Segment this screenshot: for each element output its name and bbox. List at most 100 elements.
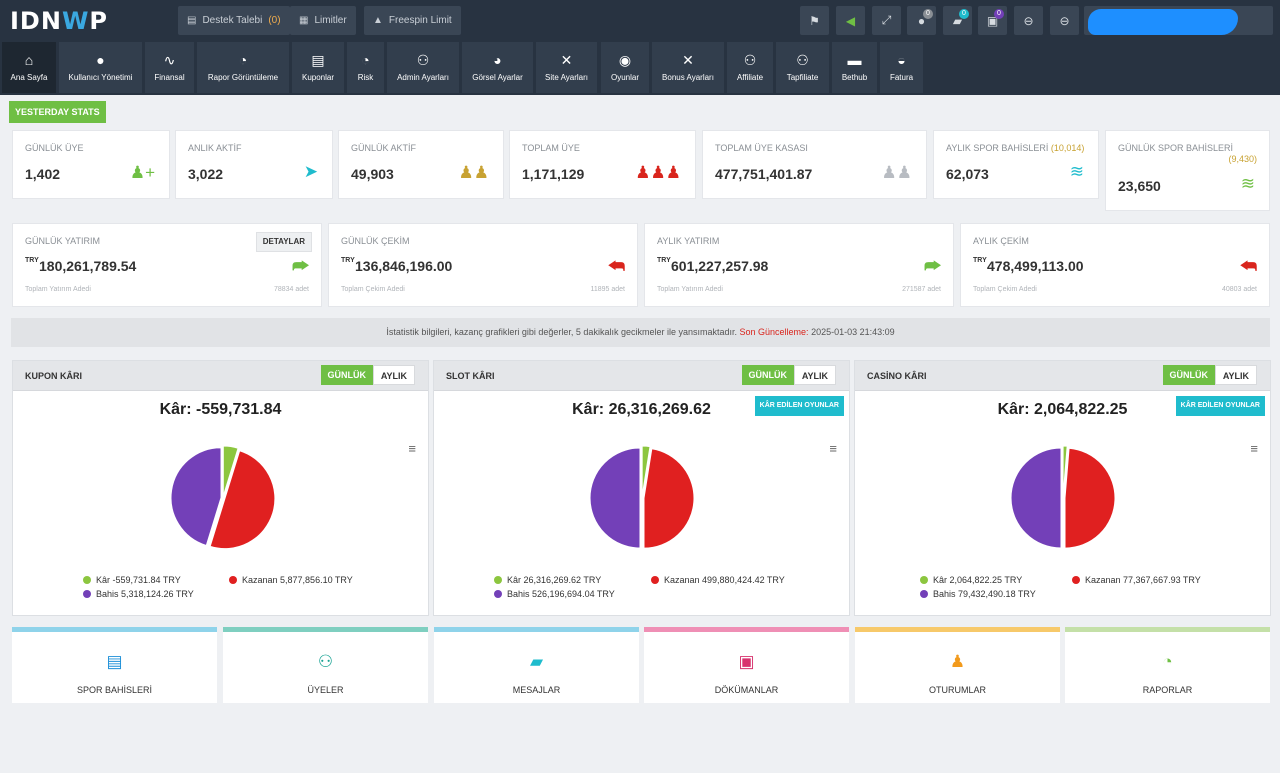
finance-card-gunluk-cekim: GÜNLÜK ÇEKİM TRY 136,846,196.00 ⮪ Toplam… <box>328 223 638 307</box>
nav-rapor-goruntuleme[interactable]: ◔ Rapor Görüntüleme <box>197 42 289 93</box>
flag-icon[interactable]: ⚑ <box>800 6 829 35</box>
monthly-toggle[interactable]: AYLIK <box>793 365 836 385</box>
legend-kazanan: Kazanan 499,880,424.42 TRY <box>651 575 785 585</box>
nav-gorsel-ayarlar[interactable]: ◕ Görsel Ayarlar <box>462 42 533 93</box>
nav-site-ayarlari[interactable]: ✕ Site Ayarları <box>536 42 597 93</box>
ball-icon: ◉ <box>618 52 632 68</box>
legend-kar: Kâr 2,064,822.25 TRY <box>920 575 1022 585</box>
stat-value: 3,022 <box>188 166 224 182</box>
nav-label: Görsel Ayarlar <box>472 73 523 82</box>
nav-finansal[interactable]: ∿ Finansal <box>145 42 194 93</box>
legend-bahis: Bahis 79,432,490.18 TRY <box>920 589 1036 599</box>
image-badge: 0 <box>994 9 1004 19</box>
nav-label: Risk <box>357 73 374 82</box>
support-ticket-label: Destek Talebi <box>202 15 263 26</box>
monthly-toggle[interactable]: AYLIK <box>372 365 415 385</box>
freespin-limit-button[interactable]: ▲ Freespin Limit <box>364 6 461 35</box>
stat-label-text: AYLIK SPOR BAHİSLERİ <box>946 143 1049 153</box>
user-notifications-button[interactable]: ● 0 <box>907 6 936 35</box>
legend-text: Kâr 26,316,269.62 TRY <box>507 575 602 585</box>
tile-raporlar[interactable]: ◔ RAPORLAR <box>1065 627 1270 703</box>
ticket-icon: ▤ <box>187 15 197 26</box>
layers-icon: ≋ <box>1240 174 1255 193</box>
legend-kazanan: Kazanan 77,367,667.93 TRY <box>1072 575 1201 585</box>
group-icon: ♟♟♟ <box>635 163 681 182</box>
nav-fatura[interactable]: ◒ Fatura <box>880 42 923 93</box>
finance-card-aylik-cekim: AYLIK ÇEKİM TRY 478,499,113.00 ⮪ Toplam … <box>960 223 1270 307</box>
expand-icon[interactable]: ⤢ <box>872 6 901 35</box>
pie-chart-casino <box>1010 445 1116 549</box>
legend-dot <box>1072 576 1080 584</box>
profitable-games-button[interactable]: KÂR EDİLEN OYUNLAR <box>754 396 844 416</box>
pie-slice-bahis[interactable] <box>1010 447 1062 549</box>
nav-tapfiliate[interactable]: ⚇ Tapfiliate <box>776 42 829 93</box>
nav-label: Kullanıcı Yönetimi <box>68 73 133 82</box>
tile-spor-bahisleri[interactable]: ▤ SPOR BAHİSLERİ <box>12 627 217 703</box>
tile-uyeler[interactable]: ⚇ ÜYELER <box>223 627 428 703</box>
tile-mesajlar[interactable]: ▰ MESAJLAR <box>434 627 639 703</box>
user-add-icon: ♟+ <box>129 163 155 182</box>
nav-kullanici-yonetimi[interactable]: ● Kullanıcı Yönetimi <box>59 42 142 93</box>
logo[interactable]: IDNWP <box>10 7 108 35</box>
stat-sub: (9,430) <box>1228 154 1257 164</box>
tile-label: OTURUMLAR <box>928 685 986 695</box>
currency: TRY <box>341 257 355 264</box>
finance-amount: 136,846,196.00 <box>355 258 453 274</box>
location-icon: ➤ <box>303 162 318 181</box>
tools-icon: ✕ <box>682 52 694 68</box>
nav-risk[interactable]: ◔ Risk <box>347 42 384 93</box>
legend-text: Kâr 2,064,822.25 TRY <box>933 575 1023 585</box>
tile-oturumlar[interactable]: ♟ OTURUMLAR <box>855 627 1060 703</box>
stat-card-gunluk-spor-bahisleri: GÜNLÜK SPOR BAHİSLERİ (9,430) 23,650 ≋ <box>1105 130 1270 211</box>
freespin-label: Freespin Limit <box>388 15 452 26</box>
finance-count: 271587 adet <box>902 286 941 293</box>
pie-slice-bahis[interactable] <box>170 447 222 547</box>
details-button[interactable]: DETAYLAR <box>255 232 312 252</box>
users-icon: ⚇ <box>743 52 757 68</box>
finance-amount: 180,261,789.54 <box>39 258 137 274</box>
stat-card-gunluk-uye: GÜNLÜK ÜYE 1,402 ♟+ <box>12 130 170 199</box>
gauge-icon: ◔ <box>1162 652 1173 671</box>
delay-notice: İstatistik bilgileri, kazanç grafikleri … <box>11 318 1270 347</box>
legend-text: Bahis 526,196,694.04 TRY <box>507 589 615 599</box>
nav-label: Finansal <box>154 73 185 82</box>
user-icon: ● <box>96 52 105 68</box>
monthly-toggle[interactable]: AYLIK <box>1214 365 1257 385</box>
daily-toggle[interactable]: GÜNLÜK <box>1162 365 1215 385</box>
nav-ana-sayfa[interactable]: ⌂ Ana Sayfa <box>2 42 56 93</box>
daily-toggle[interactable]: GÜNLÜK <box>741 365 794 385</box>
yesterday-stats-button[interactable]: YESTERDAY STATS <box>9 101 106 123</box>
nav-admin-ayarlari[interactable]: ⚇ Admin Ayarları <box>387 42 459 93</box>
pie-slice-kazanan[interactable] <box>1064 447 1116 549</box>
palette-icon: ◕ <box>493 52 502 68</box>
panel-kupon-kari: KUPON KÂRI GÜNLÜK AYLIK Kâr: -559,731.84… <box>12 360 429 616</box>
users-icon: ⚇ <box>796 52 809 68</box>
limits-button[interactable]: ▦ Limitler <box>290 6 356 35</box>
legend-dot <box>83 576 91 584</box>
nav-oyunlar[interactable]: ◉ Oyunlar <box>601 42 649 93</box>
tile-dokumanlar[interactable]: ▣ DÖKÜMANLAR <box>644 627 849 703</box>
tile-label: RAPORLAR <box>1142 685 1193 695</box>
volume-icon[interactable]: ◀ <box>836 6 865 35</box>
nav-kuponlar[interactable]: ▤ Kuponlar <box>292 42 344 93</box>
reply-icon: ⮪ <box>608 256 625 276</box>
daily-toggle[interactable]: GÜNLÜK <box>320 365 373 385</box>
share-icon: ⮫ <box>924 256 941 276</box>
legend-text: Bahis 79,432,490.18 TRY <box>933 589 1036 599</box>
chat-button[interactable]: ▰ 0 <box>943 6 972 35</box>
pie-slice-bahis[interactable] <box>589 447 641 549</box>
nav-bonus-ayarlari[interactable]: ✕ Bonus Ayarları <box>652 42 724 93</box>
home-icon: ⌂ <box>24 52 34 68</box>
finance-card-aylik-yatirim: AYLIK YATIRIM TRY 601,227,257.98 ⮫ Topla… <box>644 223 954 307</box>
minus-circle-icon[interactable]: ⊖ <box>1014 6 1043 35</box>
minus-circle-icon-2[interactable]: ⊖ <box>1050 6 1079 35</box>
user-menu[interactable] <box>1084 6 1273 35</box>
image-button[interactable]: ▣ 0 <box>978 6 1007 35</box>
support-ticket-button[interactable]: ▤ Destek Talebi (0) <box>178 6 290 35</box>
legend-dot <box>920 576 928 584</box>
pie-slice-kazanan[interactable] <box>643 448 695 549</box>
nav-affiliate[interactable]: ⚇ Affiliate <box>727 42 773 93</box>
panel-header: SLOT KÂRI GÜNLÜK AYLIK <box>434 361 849 391</box>
nav-bethub[interactable]: ▬ Bethub <box>832 42 877 93</box>
profitable-games-button[interactable]: KÂR EDİLEN OYUNLAR <box>1175 396 1265 416</box>
